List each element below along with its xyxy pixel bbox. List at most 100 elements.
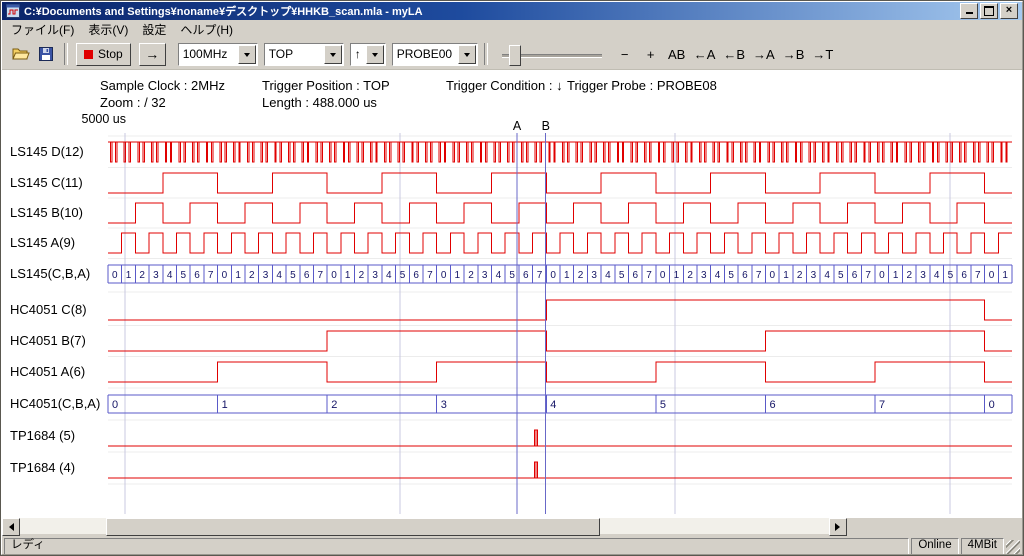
waveform-canvas[interactable]: 0123456701234567012345670123456701234567… — [2, 69, 1022, 535]
scroll-left-button[interactable] — [2, 518, 20, 536]
next-b-button[interactable]: →B — [779, 43, 809, 66]
svg-text:3: 3 — [153, 270, 159, 281]
close-icon: × — [1006, 4, 1012, 16]
svg-text:1: 1 — [345, 270, 351, 281]
menu-item-settings[interactable]: 設定 — [135, 19, 173, 40]
zoom-slider-thumb[interactable] — [509, 45, 521, 66]
run-button[interactable]: → — [139, 43, 166, 66]
svg-text:0: 0 — [441, 270, 447, 281]
svg-text:6: 6 — [194, 270, 200, 281]
svg-text:0: 0 — [660, 270, 666, 281]
svg-text:0: 0 — [112, 270, 118, 281]
chevron-down-icon — [372, 53, 378, 57]
channel-label: HC4051 C(8) — [10, 302, 87, 318]
app-icon — [6, 4, 20, 18]
status-ready: レディ — [4, 538, 909, 555]
sample-clock-select[interactable]: 100MHz — [178, 43, 258, 66]
right-arrow-icon — [835, 523, 844, 531]
svg-text:4: 4 — [715, 270, 721, 281]
marker-b-label[interactable]: B — [542, 119, 550, 133]
svg-text:5: 5 — [619, 270, 625, 281]
prev-b-button[interactable]: ←B — [719, 43, 749, 66]
prev-a-button[interactable]: ←A — [690, 43, 720, 66]
svg-text:7: 7 — [865, 270, 871, 281]
toolbar-separator — [484, 43, 488, 65]
menu-item-view[interactable]: 表示(V) — [81, 19, 135, 40]
svg-text:6: 6 — [523, 270, 529, 281]
resize-grip[interactable] — [1006, 540, 1020, 554]
channel-label: LS145(C,B,A) — [10, 266, 90, 282]
svg-text:6: 6 — [413, 270, 419, 281]
goto-trigger-button[interactable]: →T — [808, 43, 837, 66]
svg-text:5: 5 — [728, 270, 734, 281]
menu-item-help[interactable]: ヘルプ(H) — [173, 19, 240, 40]
svg-text:5: 5 — [181, 270, 187, 281]
svg-text:6: 6 — [742, 270, 748, 281]
dropdown-button[interactable] — [238, 45, 256, 64]
stop-button[interactable]: Stop — [76, 43, 131, 66]
next-a-button[interactable]: →A — [749, 43, 779, 66]
open-folder-icon — [12, 47, 30, 61]
svg-text:4: 4 — [496, 270, 502, 281]
svg-text:2: 2 — [797, 270, 803, 281]
svg-text:1: 1 — [235, 270, 241, 281]
close-button[interactable]: × — [1000, 3, 1018, 19]
svg-text:0: 0 — [550, 270, 556, 281]
menu-item-file[interactable]: ファイル(F) — [4, 19, 81, 40]
minimize-icon — [966, 12, 973, 14]
trigger-position-value: TOP — [265, 47, 323, 61]
status-online: Online — [911, 538, 958, 555]
channel-label: HC4051 B(7) — [10, 333, 86, 349]
minimize-button[interactable] — [960, 3, 978, 19]
svg-text:4: 4 — [824, 270, 830, 281]
trigger-position-select[interactable]: TOP — [264, 43, 344, 66]
menu-bar: ファイル(F) 表示(V) 設定 ヘルプ(H) — [2, 20, 1022, 39]
svg-text:1: 1 — [126, 270, 132, 281]
ab-span-button[interactable]: AB — [664, 43, 690, 66]
svg-text:7: 7 — [646, 270, 652, 281]
zoom-slider[interactable] — [500, 44, 604, 65]
svg-text:6: 6 — [852, 270, 858, 281]
channel-label: LS145 A(9) — [10, 235, 75, 251]
zoom-in-button[interactable]: + — [638, 43, 664, 66]
svg-text:3: 3 — [482, 270, 488, 281]
svg-text:7: 7 — [537, 270, 543, 281]
window-title: C:¥Documents and Settings¥noname¥デスクトップ¥… — [24, 3, 960, 19]
toolbar-separator — [64, 43, 68, 65]
channel-label: TP1684 (4) — [10, 460, 75, 476]
marker-a-label[interactable]: A — [513, 119, 521, 133]
trigger-edge-select[interactable]: ↑ — [350, 43, 386, 66]
svg-text:7: 7 — [975, 270, 981, 281]
trigger-probe-value: PROBE00 — [393, 47, 457, 61]
left-arrow-icon — [5, 523, 14, 531]
run-arrow-icon: → — [145, 46, 159, 62]
svg-text:0: 0 — [879, 270, 885, 281]
svg-text:3: 3 — [811, 270, 817, 281]
horizontal-scrollbar[interactable] — [2, 518, 847, 534]
dropdown-button[interactable] — [458, 45, 476, 64]
svg-text:1: 1 — [893, 270, 899, 281]
svg-text:0: 0 — [112, 399, 118, 411]
svg-text:1: 1 — [222, 399, 228, 411]
maximize-button[interactable] — [980, 3, 998, 19]
open-file-button[interactable] — [8, 43, 33, 66]
svg-text:2: 2 — [578, 270, 584, 281]
dropdown-button[interactable] — [366, 45, 384, 64]
channel-label: LS145 C(11) — [10, 175, 83, 191]
status-bar: レディ Online 4MBit — [2, 537, 1022, 556]
zoom-out-button[interactable]: − — [612, 43, 638, 66]
toolbar: Stop → 100MHz TOP ↑ PROBE00 − + AB ←A ←B… — [2, 39, 1022, 70]
svg-text:6: 6 — [770, 399, 776, 411]
trigger-probe-select[interactable]: PROBE00 — [392, 43, 478, 66]
scrollbar-thumb[interactable] — [106, 518, 600, 536]
dropdown-button[interactable] — [324, 45, 342, 64]
scroll-right-button[interactable] — [829, 518, 847, 536]
svg-text:2: 2 — [907, 270, 913, 281]
svg-text:7: 7 — [318, 270, 324, 281]
stop-label: Stop — [98, 47, 123, 61]
svg-text:0: 0 — [989, 399, 995, 411]
save-file-button[interactable] — [33, 43, 58, 66]
svg-text:3: 3 — [441, 399, 447, 411]
channel-label: HC4051 A(6) — [10, 364, 85, 380]
svg-text:4: 4 — [167, 270, 173, 281]
